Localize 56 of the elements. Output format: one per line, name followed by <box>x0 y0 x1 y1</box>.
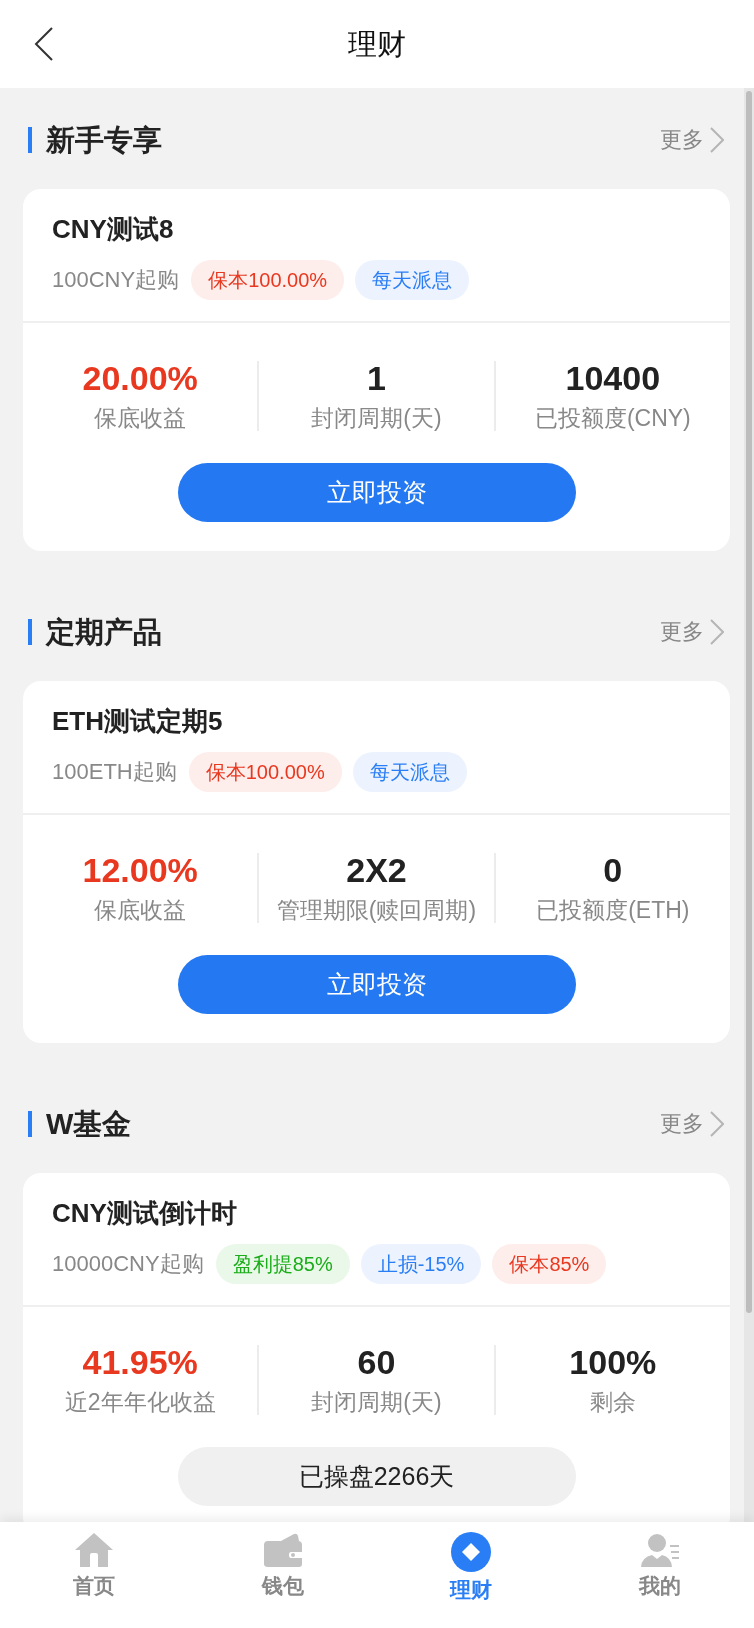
trading-days-label: 已操盘2266天 <box>177 1447 576 1506</box>
stat-value: 2X2 <box>345 850 408 890</box>
stat-value: 1 <box>366 358 387 398</box>
stat-label: 封闭周期(天) <box>310 404 443 433</box>
stat-value: 10400 <box>564 358 662 398</box>
more-link[interactable]: 更多 <box>660 617 724 647</box>
stat-label: 保底收益 <box>93 404 188 433</box>
stat-label: 剩余 <box>588 1388 637 1417</box>
min-purchase-text: 100CNY起购 <box>52 266 180 294</box>
stat-value: 41.95% <box>81 1342 199 1382</box>
min-purchase-text: 100ETH起购 <box>52 758 177 786</box>
stat-label: 保底收益 <box>93 896 188 925</box>
chevron-right-icon <box>710 619 724 645</box>
stat-value: 12.00% <box>81 850 199 890</box>
page-title: 理财 <box>348 27 406 62</box>
product-tag: 保本100.00% <box>191 260 345 300</box>
section-marker-icon <box>28 619 32 645</box>
nav-tab[interactable]: 理财 <box>377 1522 566 1628</box>
more-link[interactable]: 更多 <box>660 1109 724 1139</box>
person-icon <box>639 1532 680 1568</box>
product-name: ETH测试定期5 <box>52 705 224 738</box>
wallet-icon <box>262 1532 303 1568</box>
invest-button[interactable]: 立即投资 <box>177 955 576 1014</box>
section-marker-icon <box>28 1111 32 1137</box>
section-title: 定期产品 <box>46 615 162 650</box>
more-link[interactable]: 更多 <box>660 125 724 155</box>
stat-label: 封闭周期(天) <box>310 1388 443 1417</box>
nav-tab[interactable]: 首页 <box>0 1522 189 1628</box>
invest-button[interactable]: 立即投资 <box>177 463 576 522</box>
product-tag: 保本85% <box>492 1244 607 1284</box>
product-tag: 盈利提85% <box>215 1244 350 1284</box>
stat-label: 管理期限(赎回周期) <box>275 896 478 925</box>
house-icon <box>74 1532 115 1568</box>
stat-value: 20.00% <box>81 358 199 398</box>
product-tag: 保本100.00% <box>188 752 342 792</box>
stat-value: 100% <box>568 1342 658 1382</box>
product-name: CNY测试8 <box>52 213 175 246</box>
section-title: W基金 <box>46 1107 132 1142</box>
stat-label: 已投额度(CNY) <box>533 404 692 433</box>
scrollbar-thumb[interactable] <box>746 91 752 1313</box>
stat-label: 近2年年化收益 <box>63 1388 217 1417</box>
chevron-right-icon <box>710 127 724 153</box>
product-tag: 每天派息 <box>352 752 467 792</box>
nav-tab[interactable]: 钱包 <box>188 1522 377 1628</box>
min-purchase-text: 10000CNY起购 <box>52 1250 204 1278</box>
product-tag: 每天派息 <box>355 260 470 300</box>
product-name: CNY测试倒计时 <box>52 1197 238 1230</box>
back-icon <box>34 27 54 61</box>
stat-label: 已投额度(ETH) <box>535 896 691 925</box>
chevron-right-icon <box>710 1111 724 1137</box>
section-marker-icon <box>28 127 32 153</box>
nav-tab[interactable]: 我的 <box>565 1522 754 1628</box>
stat-value: 60 <box>356 1342 397 1382</box>
stat-value: 0 <box>602 850 624 890</box>
product-tag: 止损-15% <box>360 1244 482 1284</box>
section-title: 新手专享 <box>46 123 162 158</box>
